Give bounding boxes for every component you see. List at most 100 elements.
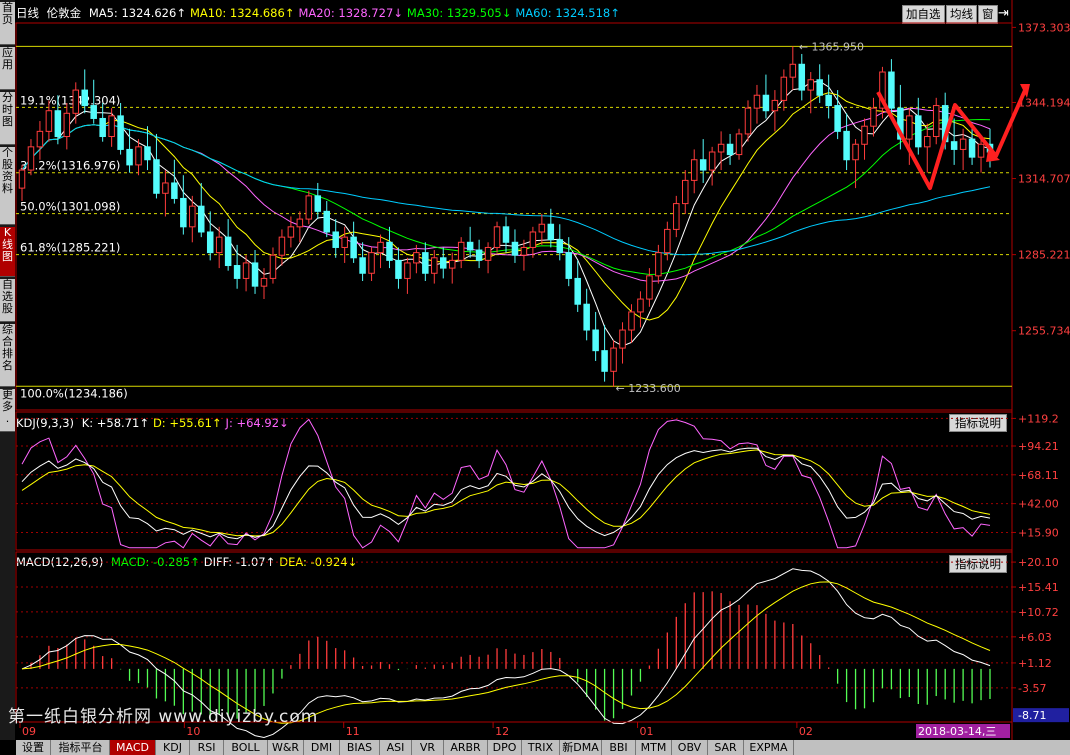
tab-wr[interactable]: W&R bbox=[268, 740, 304, 755]
tab-dmi[interactable]: DMI bbox=[304, 740, 340, 755]
fib-label: 100.0%(1234.186) bbox=[20, 386, 128, 400]
tab-mtm[interactable]: MTM bbox=[636, 740, 672, 755]
price-axis-label: 1285.221 bbox=[1018, 249, 1070, 262]
candle-body bbox=[592, 329, 599, 352]
candle-body bbox=[206, 231, 214, 254]
tab-dpo[interactable]: DPO bbox=[488, 740, 522, 755]
candle-body bbox=[619, 329, 626, 349]
candle-body bbox=[404, 262, 411, 279]
tab-obv[interactable]: OBV bbox=[672, 740, 708, 755]
tab-expma[interactable]: EXPMA bbox=[744, 740, 794, 755]
kdj-d-line bbox=[21, 449, 991, 537]
tab-dma[interactable]: 新DMA bbox=[560, 740, 602, 755]
x-axis-label: 01 bbox=[640, 725, 654, 738]
candle-body bbox=[242, 262, 250, 279]
candle-body bbox=[386, 241, 393, 261]
candle-body bbox=[574, 277, 581, 305]
candle-body bbox=[825, 94, 832, 107]
tab-bias[interactable]: BIAS bbox=[340, 740, 380, 755]
tab-asi[interactable]: ASI bbox=[380, 740, 412, 755]
candle-body bbox=[888, 71, 895, 109]
candle-body bbox=[959, 138, 967, 150]
candle-body bbox=[431, 257, 438, 274]
fib-label: 61.8%(1285.221) bbox=[20, 241, 120, 255]
watermark: 第一纸白银分析网 www.diyizby.com bbox=[8, 707, 319, 727]
candle-body bbox=[54, 110, 62, 138]
tab-vr[interactable]: VR bbox=[412, 740, 444, 755]
candle-body bbox=[717, 143, 725, 153]
price-axis-label: 1255.734 bbox=[1018, 325, 1070, 338]
candle-body bbox=[350, 236, 357, 259]
candle-body bbox=[314, 195, 322, 212]
kdj-axis-label: +119.2 bbox=[1018, 412, 1059, 425]
settings-button[interactable]: 设置 bbox=[16, 740, 51, 755]
candle-body bbox=[789, 63, 797, 78]
candle-body bbox=[556, 239, 564, 254]
candle-body bbox=[547, 223, 555, 241]
candle-body bbox=[171, 182, 178, 199]
candle-body bbox=[520, 246, 528, 256]
tab-bbi[interactable]: BBI bbox=[602, 740, 636, 755]
candle-body bbox=[708, 151, 716, 171]
candle-body bbox=[682, 179, 689, 205]
candle-body bbox=[198, 205, 205, 233]
candle-body bbox=[735, 133, 743, 156]
candle-body bbox=[852, 143, 859, 161]
fib-label: 19.1%(1342.304) bbox=[20, 93, 120, 107]
candle-body bbox=[529, 231, 537, 248]
candle-body bbox=[457, 241, 465, 261]
candle-body bbox=[90, 105, 97, 119]
candle-body bbox=[664, 228, 671, 254]
candle-body bbox=[753, 94, 761, 109]
tab-rsi[interactable]: RSI bbox=[190, 740, 224, 755]
price-axis-label: 1344.194 bbox=[1018, 96, 1070, 109]
candle-body bbox=[45, 110, 53, 132]
candle-body bbox=[368, 252, 375, 274]
tab-trix[interactable]: TRIX bbox=[522, 740, 560, 755]
candle-body bbox=[251, 262, 259, 287]
tab-arbr[interactable]: ARBR bbox=[444, 740, 488, 755]
candle-body bbox=[950, 141, 958, 150]
candle-body bbox=[493, 226, 501, 248]
candle-body bbox=[162, 182, 169, 194]
candle-body bbox=[798, 63, 806, 91]
candle-body bbox=[27, 146, 35, 171]
candle-body bbox=[843, 130, 850, 161]
tab-sar[interactable]: SAR bbox=[708, 740, 744, 755]
candle-body bbox=[601, 350, 608, 372]
candle-body bbox=[466, 241, 474, 251]
candle-body bbox=[413, 252, 420, 264]
candle-body bbox=[484, 246, 492, 261]
candle-body bbox=[224, 236, 232, 267]
candle-body bbox=[762, 94, 770, 112]
tab-macd[interactable]: MACD bbox=[110, 740, 156, 755]
high-annotation: ← 1365.950 bbox=[799, 40, 864, 53]
candle-body bbox=[99, 117, 106, 138]
macd-axis-label: +10.72 bbox=[1018, 606, 1059, 619]
candle-body bbox=[816, 79, 823, 96]
tab-boll[interactable]: BOLL bbox=[224, 740, 268, 755]
candle-body bbox=[377, 241, 384, 254]
candle-body bbox=[233, 265, 241, 279]
candle-body bbox=[915, 115, 922, 148]
candle-body bbox=[637, 298, 644, 313]
candle-body bbox=[108, 115, 115, 138]
kdj-axis-label: +68.11 bbox=[1018, 469, 1059, 482]
candle-body bbox=[726, 143, 734, 156]
tab-[interactable]: 指标平台 bbox=[52, 740, 110, 755]
candle-body bbox=[18, 169, 26, 189]
tab-kdj[interactable]: KDJ bbox=[156, 740, 190, 755]
x-axis-label: 12 bbox=[495, 725, 509, 738]
price-axis-label: 1314.707 bbox=[1018, 173, 1070, 186]
candle-body bbox=[72, 89, 80, 114]
candle-body bbox=[861, 125, 868, 145]
candle-body bbox=[655, 252, 662, 277]
candle-body bbox=[422, 252, 429, 274]
candle-body bbox=[153, 159, 160, 194]
candle-body bbox=[440, 257, 447, 269]
candle-body bbox=[646, 275, 653, 300]
price-axis-label: 1373.303 bbox=[1018, 21, 1070, 34]
candle-body bbox=[305, 195, 313, 220]
kdj-axis-label: +94.21 bbox=[1018, 440, 1059, 453]
candle-body bbox=[538, 223, 546, 233]
